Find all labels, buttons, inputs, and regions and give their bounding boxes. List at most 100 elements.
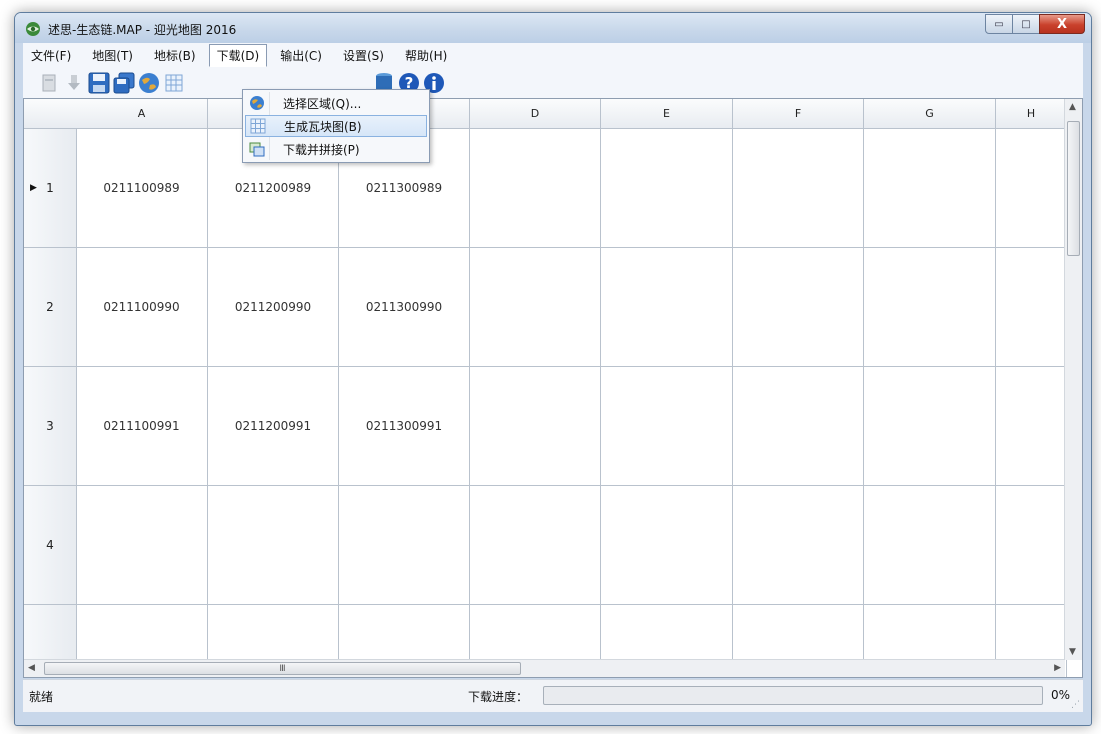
cell-r2-c[interactable]: 0211300990 xyxy=(339,248,470,367)
progress-percent: 0% xyxy=(1051,688,1071,702)
scroll-down-arrow-icon[interactable]: ▼ xyxy=(1069,647,1076,657)
new-doc-button[interactable] xyxy=(37,71,61,95)
globe-button[interactable] xyxy=(137,71,161,95)
scroll-right-arrow-icon[interactable]: ▶ xyxy=(1054,663,1061,673)
cell-r3-h[interactable] xyxy=(996,367,1067,486)
window-controls: ▭ □ X xyxy=(985,14,1085,34)
menu-item-select-area[interactable]: 选择区域(Q)... xyxy=(245,92,427,114)
menu-landmark[interactable]: 地标(B) xyxy=(146,44,204,67)
cell-r4-g[interactable] xyxy=(864,486,996,605)
cell-r3-e[interactable] xyxy=(601,367,733,486)
cell-r2-a[interactable]: 0211100990 xyxy=(76,248,208,367)
menu-download[interactable]: 下载(D) xyxy=(208,43,268,67)
row-header-3[interactable]: 3 xyxy=(24,367,77,486)
maximize-button[interactable]: □ xyxy=(1012,14,1040,34)
cell-r4-e[interactable] xyxy=(601,486,733,605)
cell-r4-b[interactable] xyxy=(208,486,339,605)
cell-r4-c[interactable] xyxy=(339,486,470,605)
cell-r2-g[interactable] xyxy=(864,248,996,367)
disabled-doc-icon xyxy=(42,74,56,91)
cell-r3-b[interactable]: 0211200991 xyxy=(208,367,339,486)
menu-settings[interactable]: 设置(S) xyxy=(335,44,392,67)
menu-bar: 文件(F) 地图(T) 地标(B) 下载(D) 输出(C) 设置(S) 帮助(H… xyxy=(23,43,1083,67)
cell-r2-e[interactable] xyxy=(601,248,733,367)
progress-label: 下载进度： xyxy=(468,690,529,704)
column-header-g[interactable]: G xyxy=(864,99,996,129)
save-icon xyxy=(88,72,110,93)
row-header-4[interactable]: 4 xyxy=(24,486,77,605)
save-all-button[interactable] xyxy=(112,71,136,95)
menu-map[interactable]: 地图(T) xyxy=(84,44,141,67)
horizontal-scroll-thumb[interactable]: Ⅲ xyxy=(44,662,521,675)
menu-file[interactable]: 文件(F) xyxy=(23,44,79,67)
cell-r4-d[interactable] xyxy=(470,486,601,605)
cell-r2-h[interactable] xyxy=(996,248,1067,367)
menu-help[interactable]: 帮助(H) xyxy=(397,44,455,67)
download-merge-icon xyxy=(245,141,269,157)
current-row-arrow-icon: ▶ xyxy=(30,183,37,193)
column-header-a[interactable]: A xyxy=(76,99,208,129)
minimize-button[interactable]: ▭ xyxy=(985,14,1013,34)
close-button[interactable]: X xyxy=(1039,14,1085,34)
cell-r1-f[interactable] xyxy=(733,129,864,248)
cell-r3-a[interactable]: 0211100991 xyxy=(76,367,208,486)
app-globe-icon xyxy=(26,22,40,36)
cell-r2-b[interactable]: 0211200990 xyxy=(208,248,339,367)
cell-r1-d[interactable] xyxy=(470,129,601,248)
grid-button[interactable] xyxy=(162,71,186,95)
download-progress-bar xyxy=(543,686,1043,705)
scroll-left-arrow-icon[interactable]: ◀ xyxy=(28,663,35,673)
globe-icon xyxy=(139,72,159,93)
menu-item-label: 下载并拼接(P) xyxy=(283,142,360,157)
minimize-icon: ▭ xyxy=(994,18,1004,30)
menu-item-download-merge[interactable]: 下载并拼接(P) xyxy=(245,138,427,160)
cell-r2-f[interactable] xyxy=(733,248,864,367)
menu-item-label: 生成瓦块图(B) xyxy=(284,119,362,134)
resize-grip-icon[interactable]: ⋰ xyxy=(1071,700,1080,710)
status-text: 就绪 xyxy=(29,690,54,704)
column-header-d[interactable]: D xyxy=(470,99,601,129)
cell-r3-f[interactable] xyxy=(733,367,864,486)
grid-icon xyxy=(165,74,183,91)
row-header-2[interactable]: 2 xyxy=(24,248,77,367)
row-header-1[interactable]: ▶ 1 xyxy=(24,129,77,248)
column-header-e[interactable]: E xyxy=(601,99,733,129)
title-bar[interactable]: 述思-生态链.MAP - 迎光地图 2016 ▭ □ X xyxy=(15,13,1091,43)
data-grid: A B C D E F G H ▶ 1 0211100989 021120098… xyxy=(23,98,1083,678)
grid-corner[interactable] xyxy=(24,99,77,129)
cell-r3-c[interactable]: 0211300991 xyxy=(339,367,470,486)
cell-r1-g[interactable] xyxy=(864,129,996,248)
menu-item-label: 选择区域(Q)... xyxy=(283,96,362,111)
app-window: 述思-生态链.MAP - 迎光地图 2016 ▭ □ X 文件(F) 地图(T)… xyxy=(14,12,1092,726)
disabled-download-icon xyxy=(68,74,80,90)
column-header-h[interactable]: H xyxy=(996,99,1067,129)
globe-icon xyxy=(245,95,269,111)
scroll-grip-icon: Ⅲ xyxy=(279,663,286,674)
cell-r4-f[interactable] xyxy=(733,486,864,605)
grid-icon xyxy=(246,118,270,134)
cell-r3-g[interactable] xyxy=(864,367,996,486)
menu-item-generate-tiles[interactable]: 生成瓦块图(B) xyxy=(245,115,427,137)
scroll-up-arrow-icon[interactable]: ▲ xyxy=(1069,102,1076,112)
horizontal-scrollbar[interactable]: ◀ Ⅲ ▶ xyxy=(24,659,1065,677)
row-number: 1 xyxy=(46,181,54,195)
cell-r1-h[interactable] xyxy=(996,129,1067,248)
window-title: 述思-生态链.MAP - 迎光地图 2016 xyxy=(48,23,237,37)
save-button[interactable] xyxy=(87,71,111,95)
toolbar: ? xyxy=(23,67,1083,98)
cell-r4-h[interactable] xyxy=(996,486,1067,605)
column-header-f[interactable]: F xyxy=(733,99,864,129)
menu-output[interactable]: 输出(C) xyxy=(272,44,330,67)
maximize-icon: □ xyxy=(1021,18,1031,30)
cell-r1-a[interactable]: 0211100989 xyxy=(76,129,208,248)
cell-r1-e[interactable] xyxy=(601,129,733,248)
cell-r4-a[interactable] xyxy=(76,486,208,605)
status-bar: 就绪 下载进度： 0% ⋰ xyxy=(23,679,1083,712)
download-button[interactable] xyxy=(62,71,86,95)
vertical-scrollbar[interactable]: ▲ ▼ xyxy=(1064,99,1082,660)
close-icon: X xyxy=(1056,16,1068,32)
vertical-scroll-thumb[interactable] xyxy=(1067,121,1080,256)
cell-r2-d[interactable] xyxy=(470,248,601,367)
cell-r3-d[interactable] xyxy=(470,367,601,486)
download-menu-dropdown: 选择区域(Q)... 生成瓦块图(B) 下载并拼接(P) xyxy=(242,89,430,163)
